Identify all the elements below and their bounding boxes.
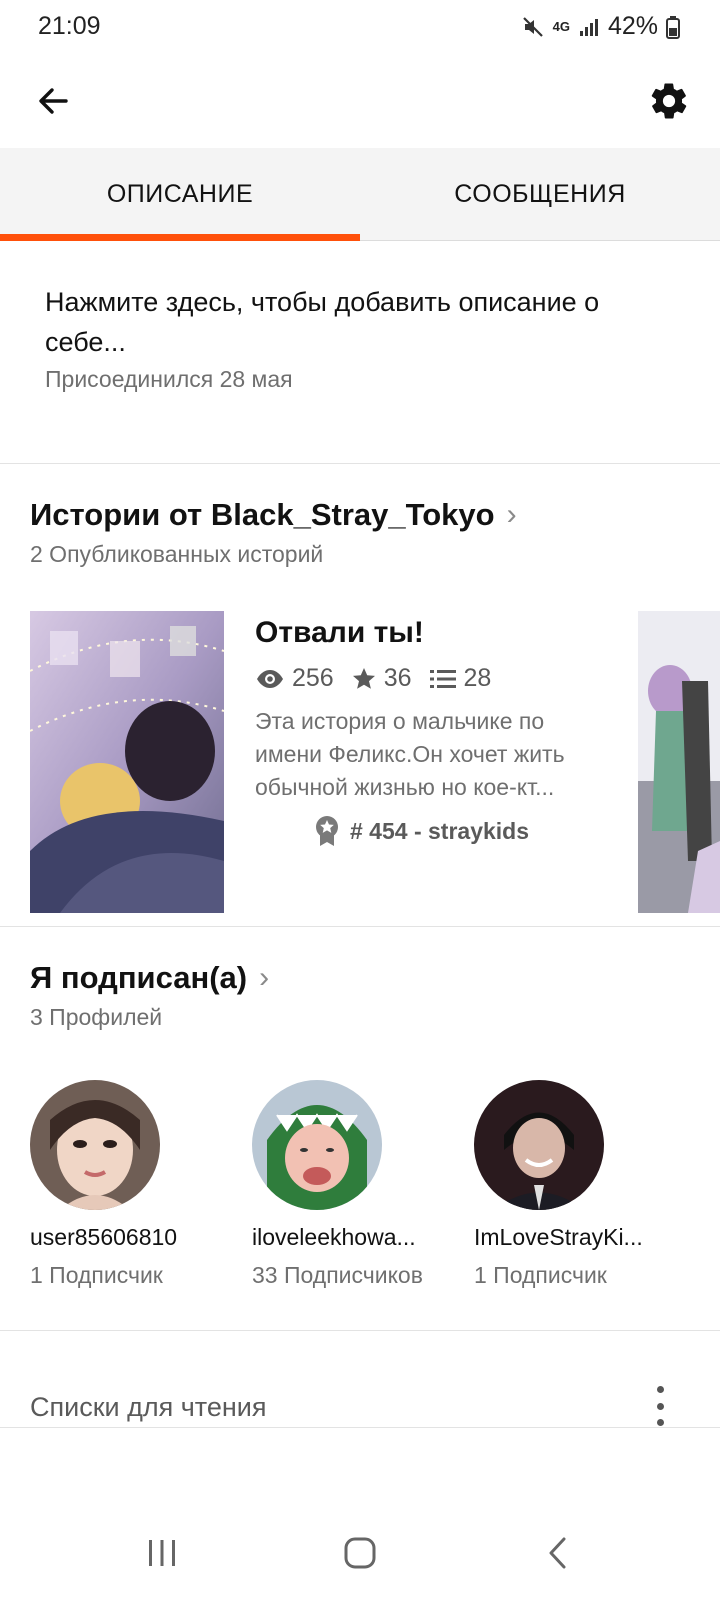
stories-header[interactable]: Истории от Black_Stray_Tokyo › [30, 497, 517, 533]
avatar[interactable] [30, 1080, 160, 1210]
following-header[interactable]: Я подписан(а) › [30, 960, 269, 996]
joined-date: Присоединился 28 мая [45, 366, 293, 392]
stories-count: 2 Опубликованных историй [30, 541, 324, 567]
story-description[interactable]: Эта история о мальчике по имени Феликс.О… [255, 705, 605, 804]
home-button[interactable] [330, 1528, 390, 1578]
profile-name: user85606810 [30, 1224, 178, 1250]
story-title[interactable]: Отвали ты! [255, 616, 424, 650]
profile-card[interactable]: iloveleekhowa... 33 Подписчиков [252, 1080, 452, 1290]
battery-icon [666, 15, 680, 39]
recents-icon [149, 1540, 175, 1566]
profile-card[interactable]: ImLoveStrayKi... 1 Подписчик [474, 1080, 674, 1290]
profile-card[interactable]: user85606810 1 Подписчик [30, 1080, 230, 1290]
divider [0, 926, 720, 927]
status-icons: 4G 42% [521, 12, 680, 41]
battery-percent: 42% [607, 12, 658, 40]
recents-button[interactable] [132, 1528, 192, 1578]
divider [0, 1330, 720, 1331]
divider [0, 1427, 720, 1428]
stories-title: Истории от Black_Stray_Tokyo [30, 497, 495, 532]
profile-followers: 1 Подписчик [30, 1262, 163, 1288]
app-bar [0, 56, 720, 148]
story-cover-2[interactable] [638, 611, 720, 913]
views-count: 256 [292, 664, 334, 692]
story-cover[interactable] [30, 611, 224, 913]
description-section[interactable]: Нажмите здесь, чтобы добавить описание о… [45, 282, 685, 393]
profile-name: ImLoveStrayKi... [474, 1224, 643, 1250]
story-rank-label: # 454 - straykids [350, 817, 530, 844]
network-type-label: 4G [552, 19, 570, 34]
views-stat: 256 [256, 664, 334, 693]
story-rank-tag[interactable]: # 454 - straykids [314, 815, 529, 847]
votes-stat: 36 [352, 664, 412, 693]
description-placeholder-line1: Нажмите здесь, чтобы добавить описание о [45, 287, 600, 317]
following-count: 3 Профилей [30, 1004, 163, 1030]
story-stats: 256 36 28 [256, 664, 509, 693]
description-placeholder[interactable]: Нажмите здесь, чтобы добавить описание о… [45, 282, 685, 362]
eye-icon [257, 669, 283, 688]
list-icon [429, 669, 456, 688]
tab-messages[interactable]: СООБЩЕНИЯ [360, 148, 720, 240]
more-vert-icon [656, 1386, 664, 1393]
system-nav-bar [0, 1500, 720, 1600]
profile-followers: 33 Подписчиков [252, 1262, 423, 1288]
more-options-button[interactable] [648, 1386, 672, 1426]
following-title: Я подписан(а) [30, 960, 248, 995]
divider [0, 463, 720, 464]
parts-stat: 28 [429, 664, 492, 693]
avatar[interactable] [252, 1080, 382, 1210]
award-ribbon-icon [316, 816, 338, 846]
settings-button[interactable] [644, 76, 694, 126]
status-time: 21:09 [38, 12, 101, 40]
parts-count: 28 [463, 664, 492, 692]
gear-icon [651, 83, 687, 119]
more-vert-icon-dot [656, 1419, 664, 1426]
chevron-left-icon [549, 1537, 566, 1569]
status-bar: 21:09 4G 42% [0, 0, 720, 56]
story-description-line: Эта история о мальчике по [255, 708, 545, 734]
tab-description[interactable]: ОПИСАНИЕ [0, 148, 360, 240]
system-back-button[interactable] [528, 1528, 588, 1578]
profile-followers: 1 Подписчик [474, 1262, 607, 1288]
avatar[interactable] [474, 1080, 604, 1210]
more-vert-icon-dot [656, 1402, 664, 1410]
profile-tabs: ОПИСАНИЕ СООБЩЕНИЯ [0, 148, 720, 241]
profile-name: iloveleekhowa... [252, 1224, 416, 1250]
star-icon [352, 667, 375, 689]
signal-icon [578, 16, 600, 38]
votes-count: 36 [383, 664, 412, 692]
back-button[interactable] [30, 78, 76, 124]
chevron-right-icon: › [259, 961, 270, 994]
story-description-line: обычной жизнью но кое-кт... [255, 774, 555, 800]
arrow-left-icon [39, 88, 68, 114]
story-description-line: имени Феликс.Он хочет жить [255, 741, 565, 767]
mute-icon [521, 15, 545, 39]
description-placeholder-line2: себе... [45, 327, 126, 357]
active-tab-indicator [0, 234, 360, 241]
reading-lists-label[interactable]: Списки для чтения [30, 1392, 267, 1423]
home-icon [344, 1537, 376, 1569]
chevron-right-icon: › [506, 498, 517, 531]
